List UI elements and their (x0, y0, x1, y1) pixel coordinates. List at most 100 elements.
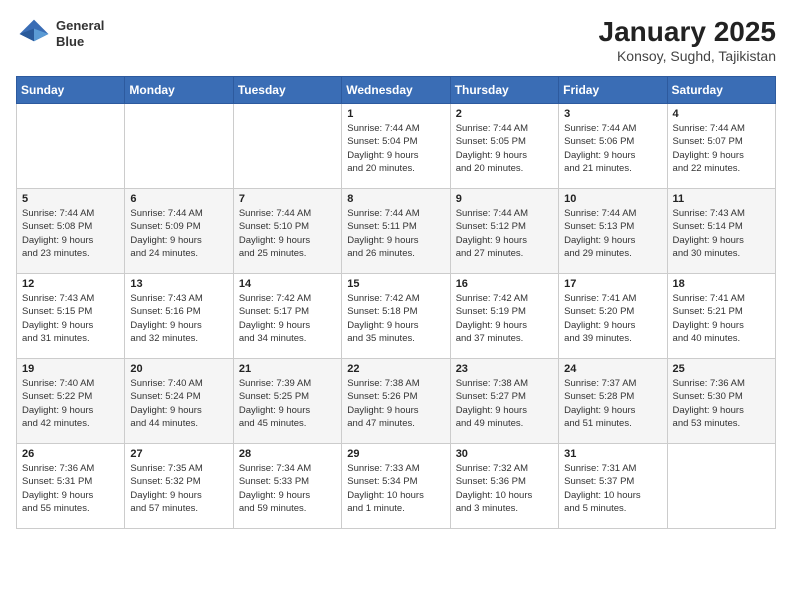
day-info: Sunrise: 7:40 AM Sunset: 5:24 PM Dayligh… (130, 377, 227, 430)
calendar-cell: 21Sunrise: 7:39 AM Sunset: 5:25 PM Dayli… (233, 359, 341, 444)
calendar-week-5: 26 Sunrise: 7:36 AM Sunset: 5:31 PM Dayli… (17, 444, 776, 529)
day-number: 31 (564, 448, 661, 460)
day-info: Sunrise: 7:43 AM Sunset: 5:14 PM Dayligh… (673, 207, 770, 260)
day-info: Sunrise: 7:44 AM Sunset: 5:08 PM Dayligh… (22, 207, 119, 260)
day-number: 15 (347, 278, 444, 290)
day-info: Sunrise: 7:44 AM Sunset: 5:06 PM Dayligh… (564, 122, 661, 175)
day-info: Sunrise: 7:44 AM Sunset: 5:04 PM Dayligh… (347, 122, 444, 175)
calendar-cell: 13 Sunrise: 7:43 AM Sunset: 5:16 PM Dayli… (125, 274, 233, 359)
day-info: Sunrise: 7:39 AM Sunset: 5:25 PM Dayligh… (239, 377, 336, 430)
calendar-cell: 18 Sunrise: 7:41 AM Sunset: 5:21 PM Dayli… (667, 274, 775, 359)
day-number: 7 (239, 193, 336, 205)
calendar-cell: 2Sunrise: 7:44 AM Sunset: 5:05 PM Daylig… (450, 104, 558, 189)
calendar-cell (125, 104, 233, 189)
day-number: 27 (130, 448, 227, 460)
day-info: Sunrise: 7:44 AM Sunset: 5:12 PM Dayligh… (456, 207, 553, 260)
calendar-cell: 12 Sunrise: 7:43 AM Sunset: 5:15 PM Dayli… (17, 274, 125, 359)
day-info: Sunrise: 7:35 AM Sunset: 5:32 PM Dayligh… (130, 462, 227, 515)
logo-text: General Blue (56, 18, 104, 49)
calendar-cell: 14 Sunrise: 7:42 AM Sunset: 5:17 PM Dayli… (233, 274, 341, 359)
day-info: Sunrise: 7:36 AM Sunset: 5:31 PM Dayligh… (22, 462, 119, 515)
day-number: 16 (456, 278, 553, 290)
day-number: 9 (456, 193, 553, 205)
logo-line1: General (56, 18, 104, 34)
calendar-cell: 27 Sunrise: 7:35 AM Sunset: 5:32 PM Dayli… (125, 444, 233, 529)
calendar-cell: 20 Sunrise: 7:40 AM Sunset: 5:24 PM Dayli… (125, 359, 233, 444)
col-header-friday: Friday (559, 77, 667, 104)
calendar-week-4: 19Sunrise: 7:40 AM Sunset: 5:22 PM Dayli… (17, 359, 776, 444)
calendar-cell: 10 Sunrise: 7:44 AM Sunset: 5:13 PM Dayli… (559, 189, 667, 274)
calendar-cell: 16 Sunrise: 7:42 AM Sunset: 5:19 PM Dayli… (450, 274, 558, 359)
day-number: 22 (347, 363, 444, 375)
calendar-cell: 4Sunrise: 7:44 AM Sunset: 5:07 PM Daylig… (667, 104, 775, 189)
day-number: 29 (347, 448, 444, 460)
day-info: Sunrise: 7:44 AM Sunset: 5:13 PM Dayligh… (564, 207, 661, 260)
day-info: Sunrise: 7:32 AM Sunset: 5:36 PM Dayligh… (456, 462, 553, 515)
calendar-table: SundayMondayTuesdayWednesdayThursdayFrid… (16, 76, 776, 529)
logo: General Blue (16, 16, 104, 52)
calendar-cell: 5 Sunrise: 7:44 AM Sunset: 5:08 PM Daylig… (17, 189, 125, 274)
logo-line2: Blue (56, 34, 104, 50)
day-info: Sunrise: 7:42 AM Sunset: 5:18 PM Dayligh… (347, 292, 444, 345)
day-info: Sunrise: 7:42 AM Sunset: 5:19 PM Dayligh… (456, 292, 553, 345)
day-info: Sunrise: 7:36 AM Sunset: 5:30 PM Dayligh… (673, 377, 770, 430)
day-info: Sunrise: 7:44 AM Sunset: 5:10 PM Dayligh… (239, 207, 336, 260)
day-number: 26 (22, 448, 119, 460)
calendar-cell: 24Sunrise: 7:37 AM Sunset: 5:28 PM Dayli… (559, 359, 667, 444)
calendar-week-3: 12 Sunrise: 7:43 AM Sunset: 5:15 PM Dayli… (17, 274, 776, 359)
calendar-cell: 17 Sunrise: 7:41 AM Sunset: 5:20 PM Dayli… (559, 274, 667, 359)
day-info: Sunrise: 7:41 AM Sunset: 5:21 PM Dayligh… (673, 292, 770, 345)
calendar-cell: 19Sunrise: 7:40 AM Sunset: 5:22 PM Dayli… (17, 359, 125, 444)
day-number: 2 (456, 108, 553, 120)
day-number: 6 (130, 193, 227, 205)
day-info: Sunrise: 7:33 AM Sunset: 5:34 PM Dayligh… (347, 462, 444, 515)
col-header-sunday: Sunday (17, 77, 125, 104)
day-info: Sunrise: 7:38 AM Sunset: 5:26 PM Dayligh… (347, 377, 444, 430)
day-number: 28 (239, 448, 336, 460)
calendar-cell: 22 Sunrise: 7:38 AM Sunset: 5:26 PM Dayli… (342, 359, 450, 444)
day-number: 17 (564, 278, 661, 290)
calendar-cell: 1 Sunrise: 7:44 AM Sunset: 5:04 PM Daylig… (342, 104, 450, 189)
calendar-week-2: 5 Sunrise: 7:44 AM Sunset: 5:08 PM Daylig… (17, 189, 776, 274)
day-number: 5 (22, 193, 119, 205)
day-number: 25 (673, 363, 770, 375)
calendar-title: January 2025 (599, 16, 776, 48)
day-info: Sunrise: 7:44 AM Sunset: 5:07 PM Dayligh… (673, 122, 770, 175)
day-info: Sunrise: 7:31 AM Sunset: 5:37 PM Dayligh… (564, 462, 661, 515)
day-number: 30 (456, 448, 553, 460)
calendar-cell: 11 Sunrise: 7:43 AM Sunset: 5:14 PM Dayli… (667, 189, 775, 274)
calendar-cell (233, 104, 341, 189)
col-header-tuesday: Tuesday (233, 77, 341, 104)
page-header: General Blue January 2025 Konsoy, Sughd,… (16, 16, 776, 64)
day-number: 10 (564, 193, 661, 205)
calendar-cell: 31 Sunrise: 7:31 AM Sunset: 5:37 PM Dayli… (559, 444, 667, 529)
col-header-thursday: Thursday (450, 77, 558, 104)
calendar-cell: 29 Sunrise: 7:33 AM Sunset: 5:34 PM Dayli… (342, 444, 450, 529)
day-number: 14 (239, 278, 336, 290)
calendar-cell: 9 Sunrise: 7:44 AM Sunset: 5:12 PM Daylig… (450, 189, 558, 274)
day-info: Sunrise: 7:43 AM Sunset: 5:15 PM Dayligh… (22, 292, 119, 345)
day-info: Sunrise: 7:43 AM Sunset: 5:16 PM Dayligh… (130, 292, 227, 345)
day-number: 19 (22, 363, 119, 375)
calendar-cell: 7 Sunrise: 7:44 AM Sunset: 5:10 PM Daylig… (233, 189, 341, 274)
day-number: 12 (22, 278, 119, 290)
calendar-cell: 26 Sunrise: 7:36 AM Sunset: 5:31 PM Dayli… (17, 444, 125, 529)
calendar-cell: 23Sunrise: 7:38 AM Sunset: 5:27 PM Dayli… (450, 359, 558, 444)
title-block: January 2025 Konsoy, Sughd, Tajikistan (599, 16, 776, 64)
day-info: Sunrise: 7:42 AM Sunset: 5:17 PM Dayligh… (239, 292, 336, 345)
calendar-subtitle: Konsoy, Sughd, Tajikistan (599, 48, 776, 64)
calendar-cell: 28Sunrise: 7:34 AM Sunset: 5:33 PM Dayli… (233, 444, 341, 529)
logo-icon (16, 16, 52, 52)
day-number: 11 (673, 193, 770, 205)
day-number: 18 (673, 278, 770, 290)
day-number: 24 (564, 363, 661, 375)
day-number: 13 (130, 278, 227, 290)
calendar-cell (667, 444, 775, 529)
calendar-cell: 8Sunrise: 7:44 AM Sunset: 5:11 PM Daylig… (342, 189, 450, 274)
day-info: Sunrise: 7:44 AM Sunset: 5:09 PM Dayligh… (130, 207, 227, 260)
day-number: 20 (130, 363, 227, 375)
day-info: Sunrise: 7:41 AM Sunset: 5:20 PM Dayligh… (564, 292, 661, 345)
day-number: 1 (347, 108, 444, 120)
calendar-cell (17, 104, 125, 189)
calendar-cell: 15 Sunrise: 7:42 AM Sunset: 5:18 PM Dayli… (342, 274, 450, 359)
